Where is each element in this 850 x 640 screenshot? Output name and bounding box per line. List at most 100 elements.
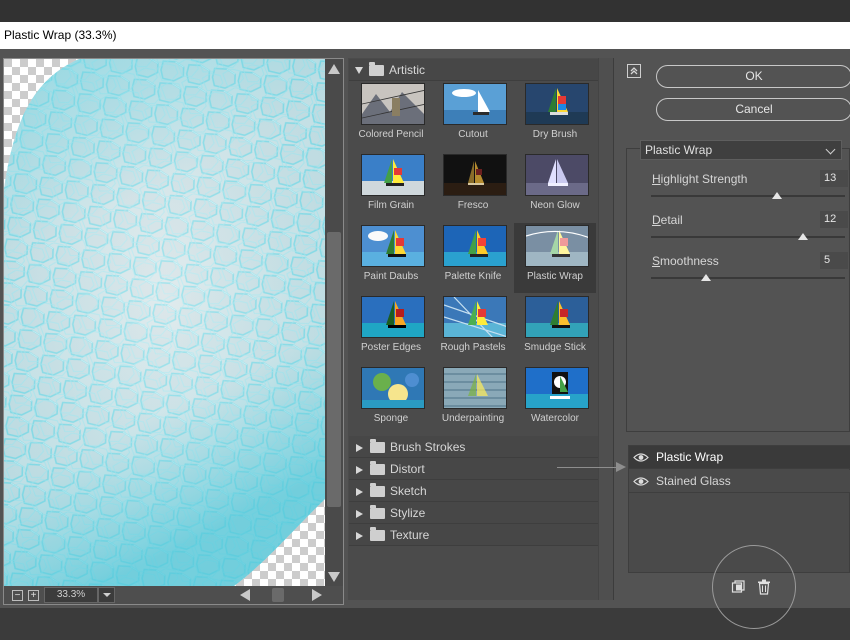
filter-preview-image (443, 225, 507, 267)
filter-label: Paint Daubs (363, 271, 419, 282)
filter-preview-image (525, 83, 589, 125)
param-value-field[interactable]: 12 (820, 211, 848, 228)
collapse-panel-button[interactable] (627, 64, 641, 78)
category-brush-strokes[interactable]: Brush Strokes (349, 436, 598, 458)
scroll-down-arrow-icon[interactable] (328, 572, 340, 582)
filter-label: Palette Knife (444, 271, 502, 282)
category-label: Distort (390, 462, 425, 476)
filter-thumbnail-plastic-wrap[interactable]: Plastic Wrap (514, 223, 596, 293)
filter-thumbnail-sponge[interactable]: Sponge (350, 365, 432, 435)
collapsed-triangle-icon (356, 465, 363, 474)
filter-thumbnail-watercolor[interactable]: Watercolor (514, 365, 596, 435)
cancel-button[interactable]: Cancel (656, 98, 850, 121)
visibility-eye-icon[interactable] (633, 450, 649, 465)
param-label-mnemonic: D (652, 213, 661, 227)
filter-preview-image (525, 367, 589, 409)
annotation-highlight-circle (712, 545, 796, 629)
category-stylize[interactable]: Stylize (349, 502, 598, 524)
param-slider-track[interactable] (651, 277, 845, 279)
filter-select[interactable]: Plastic Wrap (640, 140, 842, 160)
category-artistic[interactable]: Artistic (349, 59, 598, 81)
param-label-text: ighlight Strength (660, 172, 748, 186)
filter-label: Film Grain (367, 200, 415, 211)
scroll-left-arrow-icon[interactable] (240, 589, 250, 601)
collapsed-triangle-icon (356, 487, 363, 496)
filter-thumbnail-underpainting[interactable]: Underpainting (432, 365, 514, 435)
filter-preview-image (525, 296, 589, 338)
filter-label: Plastic Wrap (527, 271, 583, 282)
param-slider-knob[interactable] (798, 233, 809, 240)
effect-layer-row[interactable]: Plastic Wrap (629, 446, 850, 469)
filter-label: Rough Pastels (440, 342, 506, 353)
filter-thumbnail-dry-brush[interactable]: Dry Brush (514, 81, 596, 151)
filter-settings-panel (626, 148, 850, 432)
filter-thumbnail-colored-pencil[interactable]: Colored Pencil (350, 81, 432, 151)
category-sketch[interactable]: Sketch (349, 480, 598, 502)
filter-label: Cutout (458, 129, 488, 140)
filter-preview-image (361, 225, 425, 267)
filter-label: Underpainting (441, 413, 505, 424)
filter-thumbnail-paint-daubs[interactable]: Paint Daubs (350, 223, 432, 293)
scroll-right-arrow-icon[interactable] (312, 589, 322, 601)
filter-thumbnail-rough-pastels[interactable]: Rough Pastels (432, 294, 514, 364)
preview-image[interactable] (4, 59, 325, 586)
param-value-field[interactable]: 5 (820, 252, 848, 269)
param-label: Highlight Strength (652, 172, 747, 186)
zoom-out-icon: − (14, 590, 21, 601)
zoom-dropdown-chevron-down-icon[interactable] (98, 587, 115, 603)
filter-label: Neon Glow (530, 200, 580, 211)
filter-thumbnail-smudge-stick[interactable]: Smudge Stick (514, 294, 596, 364)
collapsed-triangle-icon (356, 509, 363, 518)
folder-icon (370, 483, 385, 498)
category-texture[interactable]: Texture (349, 524, 598, 546)
filter-thumbnail-film-grain[interactable]: Film Grain (350, 152, 432, 222)
folder-icon (369, 62, 384, 77)
effect-layer-row[interactable]: Stained Glass (629, 470, 850, 493)
zoom-in-icon: + (30, 590, 37, 601)
preview-horizontal-scroll-thumb[interactable] (272, 588, 284, 602)
filter-preview-image (443, 154, 507, 196)
category-distort[interactable]: Distort (349, 458, 598, 480)
filter-thumbnail-fresco[interactable]: Fresco (432, 152, 514, 222)
ok-button[interactable]: OK (656, 65, 850, 88)
param-slider-knob[interactable] (701, 274, 712, 281)
category-label: Texture (390, 528, 430, 542)
param-value-field[interactable]: 13 (820, 170, 848, 187)
effect-layer-name: Plastic Wrap (656, 450, 724, 464)
scroll-up-arrow-icon[interactable] (328, 64, 340, 74)
folder-icon (370, 505, 385, 520)
param-slider-track[interactable] (651, 236, 845, 238)
zoom-out-button[interactable]: − (12, 590, 23, 601)
filter-label: Poster Edges (360, 342, 422, 353)
zoom-in-button[interactable]: + (28, 590, 39, 601)
window-title: Plastic Wrap (33.3%) (0, 22, 850, 49)
filter-label: Dry Brush (532, 129, 578, 140)
filter-preview-image (525, 225, 589, 267)
param-slider-track[interactable] (651, 195, 845, 197)
param-label-mnemonic: S (652, 254, 661, 268)
annotation-arrow-line (557, 467, 619, 468)
filter-thumbnail-neon-glow[interactable]: Neon Glow (514, 152, 596, 222)
collapsed-triangle-icon (356, 531, 363, 540)
category-label: Artistic (389, 63, 425, 77)
zoom-level-field[interactable]: 33.3% (44, 587, 98, 603)
effect-layer-name: Stained Glass (656, 474, 731, 488)
param-label: Detail (652, 213, 683, 227)
folder-icon (370, 527, 385, 542)
filter-thumbnail-palette-knife[interactable]: Palette Knife (432, 223, 514, 293)
category-label: Stylize (390, 506, 426, 520)
param-slider-knob[interactable] (772, 192, 783, 199)
category-label: Sketch (390, 484, 427, 498)
filter-thumbnail-poster-edges[interactable]: Poster Edges (350, 294, 432, 364)
category-label: Brush Strokes (390, 440, 466, 454)
param-label-text: etail (660, 213, 683, 227)
visibility-eye-icon[interactable] (633, 474, 649, 489)
filter-preview-image (443, 296, 507, 338)
filter-preview-image (361, 296, 425, 338)
param-label-text: moothness (660, 254, 719, 268)
filter-thumbnail-cutout[interactable]: Cutout (432, 81, 514, 151)
gallery-scrollbar[interactable] (598, 58, 613, 600)
param-label-mnemonic: H (652, 172, 661, 186)
filter-preview-image (361, 367, 425, 409)
preview-vertical-scroll-thumb[interactable] (327, 232, 341, 507)
